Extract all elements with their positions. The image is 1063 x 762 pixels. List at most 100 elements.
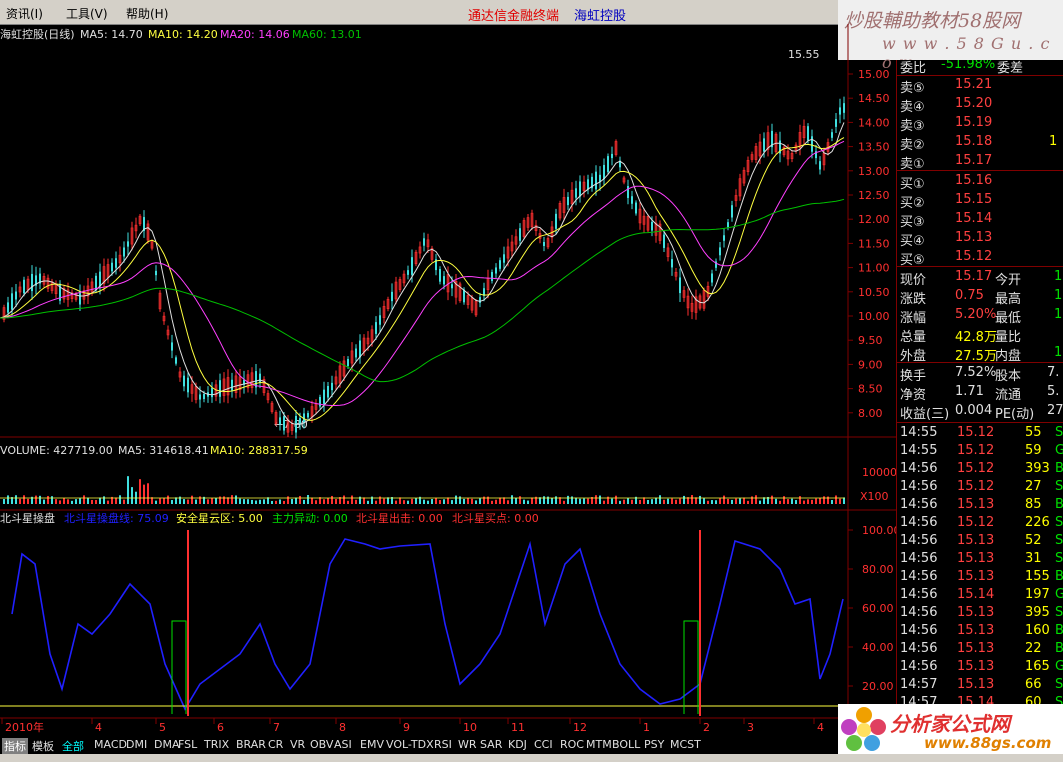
volume-bar [739, 498, 741, 504]
tick-volume: 22 [1025, 641, 1042, 656]
volume-bar [307, 495, 309, 504]
tick-side: B [1055, 497, 1063, 512]
indicator-tab[interactable]: MTM [586, 738, 612, 751]
indicator-tab[interactable]: CCI [534, 738, 553, 751]
volume-bar [303, 499, 305, 504]
buy-level-price: 15.13 [955, 230, 993, 245]
volume-bar [755, 495, 757, 504]
tick-row: 14:56 15.12 393 B [897, 460, 1063, 479]
volume-bar [555, 496, 557, 504]
tick-row: 14:56 15.13 155 B [897, 568, 1063, 587]
indicator-tab[interactable]: CR [268, 738, 283, 751]
indicator-tab[interactable]: 指标 [2, 738, 28, 754]
stat-value-2: 27 [1047, 403, 1063, 418]
buy-level-label: 买③ [900, 215, 925, 230]
indicator-tab[interactable]: BOLL [612, 738, 640, 751]
volume-bar [223, 496, 225, 504]
volume-bar [715, 500, 717, 504]
candle-body [199, 394, 201, 400]
indicator-tab[interactable]: KDJ [508, 738, 527, 751]
tick-row: 14:56 15.12 27 S [897, 478, 1063, 497]
volume-bar [211, 498, 213, 504]
tick-time: 14:56 [900, 479, 938, 494]
volume-bar [459, 496, 461, 504]
tick-price: 15.13 [957, 569, 995, 584]
kline-chart[interactable]: 海虹控股(日线) MA5: 14.70 MA10: 14.20 MA20: 14… [0, 24, 896, 736]
indicator-tab[interactable]: 模板 [32, 738, 54, 754]
volume-bar [279, 499, 281, 504]
indicator-tab[interactable]: DMI [126, 738, 147, 751]
indicator-tab[interactable]: VR [290, 738, 305, 751]
stat-row: 换手 7.52% 股本 7. [897, 364, 1063, 384]
indicator-tab[interactable]: RSI [434, 738, 452, 751]
tick-side: G [1055, 587, 1063, 602]
stat-label: 换手 [900, 369, 927, 384]
volume-bar [99, 497, 101, 504]
tick-time: 14:56 [900, 623, 938, 638]
candle-body [731, 205, 733, 218]
volume-bar [575, 497, 577, 504]
tick-price: 15.13 [957, 641, 995, 656]
volume-bar [699, 495, 701, 504]
candle-body [635, 202, 637, 214]
volume-bar [583, 498, 585, 504]
buy-level-row: 买③ 15.14 [897, 210, 1063, 230]
candle-body [595, 171, 597, 190]
volume-bar [627, 498, 629, 504]
indicator-tab[interactable]: EMV [360, 738, 384, 751]
sell-level-price: 15.18 [955, 134, 993, 149]
volume-ma5: MA5: 314618.41 [118, 444, 209, 457]
volume-bar [19, 498, 21, 504]
volume-bar [295, 497, 297, 504]
buy-level-label: 买④ [900, 234, 925, 249]
tick-side: B [1055, 641, 1063, 656]
menu-item-info[interactable]: 资讯(I) [6, 5, 43, 22]
tick-side: S [1055, 479, 1063, 494]
tick-row: 14:56 15.13 85 B [897, 496, 1063, 515]
volume-bar [255, 500, 257, 504]
indicator-tab[interactable]: WR [458, 738, 477, 751]
volume-bar [675, 499, 677, 504]
volume-bar [795, 500, 797, 504]
volume-bar [271, 500, 273, 504]
volume-bar [667, 498, 669, 504]
indicator-name: 北斗星操盘 [0, 511, 55, 525]
tick-time: 14:56 [900, 461, 938, 476]
ma-header-name: 海虹控股(日线) [0, 27, 75, 41]
stat-label: 涨跌 [900, 292, 927, 307]
price-tick-label: 13.50 [858, 141, 890, 154]
volume-bar [383, 498, 385, 504]
sell-level-price: 15.19 [955, 115, 993, 130]
candle-body [831, 132, 833, 138]
volume-bar [807, 499, 809, 504]
indicator-tab[interactable]: ROC [560, 738, 584, 751]
indicator-tab[interactable]: OBV [310, 738, 333, 751]
indicator-tab[interactable]: VOL-TDX [386, 738, 434, 751]
indicator-tab[interactable]: 全部 [62, 738, 84, 754]
indicator-tab[interactable]: BRAR [236, 738, 266, 751]
indicator-tab[interactable]: ASI [334, 738, 352, 751]
tick-price: 15.13 [957, 623, 995, 638]
indicator-tab[interactable]: FSL [178, 738, 197, 751]
indicator-tab[interactable]: MACD [94, 738, 127, 751]
volume-bar [579, 498, 581, 504]
indicator-tab[interactable]: MCST [670, 738, 701, 751]
candle-body [491, 272, 493, 281]
indicator-tab[interactable]: PSY [644, 738, 664, 751]
volume-bar [743, 497, 745, 504]
volume-bar [71, 500, 73, 504]
volume-bar [611, 498, 613, 504]
volume-bar [815, 498, 817, 504]
volume-bar [247, 499, 249, 504]
tick-time: 14:57 [900, 677, 938, 692]
tick-volume: 27 [1025, 479, 1042, 494]
price-tick-label: 8.00 [858, 407, 883, 420]
candle-body [183, 375, 185, 387]
indicator-tab[interactable]: TRIX [204, 738, 229, 751]
menu-item-help[interactable]: 帮助(H) [126, 5, 168, 22]
indicator-tab[interactable]: DMA [154, 738, 180, 751]
indicator-tick-label: 20.00 [862, 680, 894, 693]
indicator-tab[interactable]: SAR [480, 738, 502, 751]
menu-item-tools[interactable]: 工具(V) [66, 5, 108, 22]
candle-body [171, 342, 173, 351]
